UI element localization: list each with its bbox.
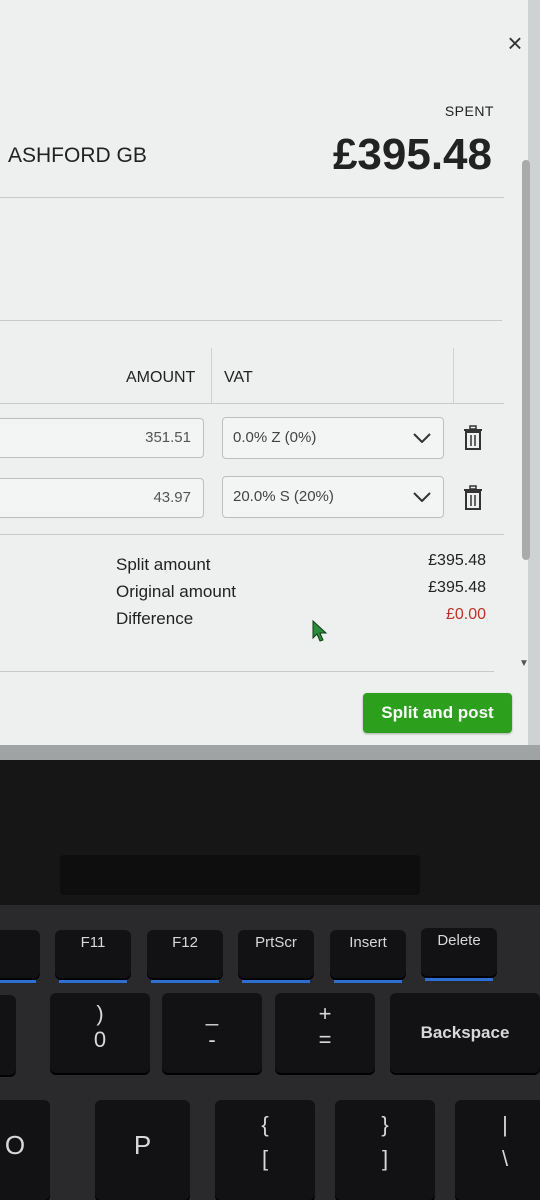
screen-bottom-edge: [0, 745, 540, 760]
scrollbar[interactable]: [522, 160, 530, 560]
screen: × SPENT ASHFORD GB £395.48 AMOUNT VAT 35…: [0, 0, 540, 760]
key-label: PrtScr: [255, 934, 297, 951]
spent-label: SPENT: [444, 103, 494, 119]
key-0[interactable]: ) 0: [50, 993, 150, 1073]
key-label: =: [318, 1027, 332, 1052]
divider: [0, 534, 504, 535]
split-amount-label: Split amount: [116, 555, 211, 574]
vat-select-value: 0.0% Z (0%): [233, 429, 317, 446]
laptop-hinge: [60, 855, 420, 895]
merchant-name: ASHFORD GB: [8, 144, 147, 167]
key-f11[interactable]: F11: [55, 930, 131, 983]
vat-select-value: 20.0% S (20%): [233, 488, 334, 505]
vat-column-header: VAT: [224, 369, 253, 386]
difference-label: Difference: [116, 609, 194, 628]
key-prtscr[interactable]: PrtScr: [238, 930, 314, 983]
key-label: F11: [80, 934, 106, 951]
key-label: +: [318, 1001, 332, 1026]
key-label: -: [208, 1027, 216, 1052]
split-amount-value: £395.48: [428, 552, 486, 569]
key-right-bracket[interactable]: }]: [335, 1100, 435, 1200]
key-label: Insert: [349, 934, 387, 951]
key-label: \: [501, 1146, 509, 1171]
key-f12[interactable]: F12: [147, 930, 223, 983]
key-label: {: [261, 1112, 269, 1137]
key-label: O: [4, 1130, 26, 1160]
divider: [0, 403, 504, 404]
key-p[interactable]: P: [95, 1100, 190, 1200]
key-o[interactable]: O: [0, 1100, 50, 1200]
original-amount-label: Original amount: [116, 582, 237, 601]
key-label: |: [502, 1112, 508, 1137]
mouse-cursor-icon: [312, 619, 328, 647]
scroll-down-icon[interactable]: ▼: [519, 658, 529, 669]
chevron-down-icon: [413, 477, 431, 502]
column-divider: [453, 348, 454, 403]
key-equals[interactable]: + =: [275, 993, 375, 1073]
key-backslash[interactable]: | \: [455, 1100, 540, 1200]
split-transaction-panel: × SPENT ASHFORD GB £395.48 AMOUNT VAT 35…: [0, 0, 530, 745]
close-icon[interactable]: ×: [500, 28, 530, 58]
divider: [0, 320, 502, 321]
total-amount: £395.48: [332, 130, 492, 179]
key-label: [: [261, 1146, 269, 1171]
key-label: _: [205, 1001, 219, 1026]
key-insert[interactable]: Insert: [330, 930, 406, 983]
amount-column-header: AMOUNT: [126, 369, 196, 386]
divider: [0, 671, 494, 672]
key-label: Delete: [437, 932, 481, 949]
key-backspace[interactable]: Backspace: [390, 993, 540, 1073]
key-delete[interactable]: Delete: [421, 928, 497, 981]
key-label: P: [133, 1130, 152, 1160]
divider: [0, 197, 504, 198]
key-9[interactable]: [0, 995, 16, 1075]
difference-value: £0.00: [445, 606, 486, 623]
keyboard: F11 F12 PrtScr Insert Delete ) 0 _ - + = Ba…: [0, 905, 540, 1200]
vat-select[interactable]: 20.0% S (20%): [222, 476, 444, 518]
trash-icon[interactable]: [462, 485, 484, 511]
key-label: }: [381, 1112, 389, 1137]
key-label: Backspace: [420, 1023, 510, 1042]
column-divider: [211, 348, 212, 403]
chevron-down-icon: [413, 418, 431, 443]
key-label: ]: [381, 1146, 389, 1171]
key-label: ): [96, 1001, 104, 1026]
amount-input[interactable]: 43.97: [0, 478, 204, 518]
key-left-bracket[interactable]: {[: [215, 1100, 315, 1200]
key-label: 0: [93, 1027, 107, 1052]
split-and-post-button[interactable]: Split and post: [363, 693, 512, 733]
amount-input[interactable]: 351.51: [0, 418, 204, 458]
vat-select[interactable]: 0.0% Z (0%): [222, 417, 444, 459]
original-amount-value: £395.48: [428, 579, 486, 596]
key-label: F12: [172, 934, 198, 951]
key-minus[interactable]: _ -: [162, 993, 262, 1073]
trash-icon[interactable]: [462, 425, 484, 451]
key-f10[interactable]: [0, 930, 40, 983]
